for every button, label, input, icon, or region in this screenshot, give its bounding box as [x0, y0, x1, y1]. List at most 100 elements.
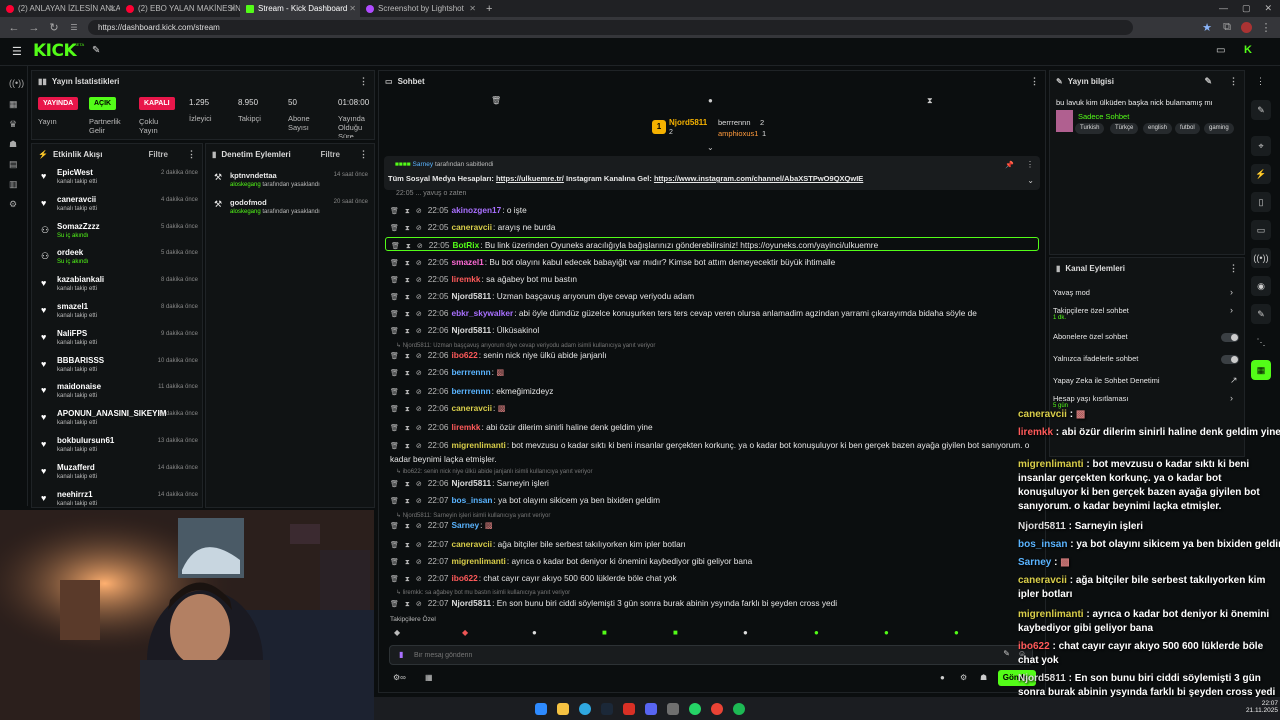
more-icon[interactable]: ⋮	[187, 149, 196, 160]
activity-item[interactable]: ♥ smazel1 kanalı takip etti 8 dakika önce	[38, 301, 198, 327]
minimize-icon[interactable]: —	[1219, 3, 1228, 14]
message-username[interactable]: migrenlimanti	[451, 556, 505, 566]
reply-context[interactable]: ↳ ibo622: senin nick niye ülkü abide jan…	[396, 468, 592, 475]
timeout-icon[interactable]: ⧗	[405, 260, 410, 267]
activity-username[interactable]: EpicWest	[57, 168, 93, 177]
emote-icon[interactable]: ●	[954, 628, 959, 637]
delete-message-icon[interactable]: 🗑	[390, 294, 399, 301]
trash-icon[interactable]: 🗑	[491, 96, 501, 105]
timeout-icon[interactable]: ⧗	[405, 443, 410, 450]
ban-icon[interactable]: ⊘	[416, 542, 422, 549]
broadcast-icon[interactable]: ((•))	[9, 78, 24, 88]
studio-icon[interactable]: ▭	[1216, 45, 1225, 56]
start-icon[interactable]	[535, 703, 547, 715]
activity-username[interactable]: kazabiankali	[57, 275, 104, 284]
activity-item[interactable]: ⚇ ordeek Su iç akındı 5 dakika önce	[38, 247, 198, 273]
activity-item[interactable]: ♥ caneravcii kanalı takip etti 4 dakika önc…	[38, 194, 198, 220]
activity-username[interactable]: SomazZzzz	[57, 222, 100, 231]
browser-menu-icon[interactable]: ⋮	[1260, 21, 1272, 34]
multistream-badge[interactable]: KAPALI	[139, 97, 175, 110]
folder-icon[interactable]	[557, 703, 569, 715]
moderator-name[interactable]: aloskegang	[230, 182, 261, 188]
steam-icon[interactable]	[601, 703, 613, 715]
timeout-icon[interactable]: ⧗	[405, 389, 410, 396]
chat-message[interactable]: 🗑 ⧗ ⊘ 22:05 liremkk: sa ağabey bot mu bastın	[390, 272, 1035, 286]
message-username[interactable]: caneravcii	[451, 539, 492, 549]
ban-icon[interactable]: ⊘	[416, 277, 422, 284]
close-icon[interactable]: ✕	[109, 4, 116, 13]
ban-icon[interactable]: ⊘	[416, 294, 422, 301]
activity-item[interactable]: ♥ BBBARISSS kanalı takip etti 10 dakika önc…	[38, 355, 198, 381]
timeout-icon[interactable]: ⧗	[405, 523, 410, 530]
chevron-right-icon[interactable]: ›	[1230, 393, 1233, 403]
pinned-by-user[interactable]: Sarney	[413, 161, 434, 168]
emote-icon[interactable]: ●	[743, 628, 748, 637]
new-tab-icon[interactable]: +	[486, 3, 492, 15]
timeout-icon[interactable]: ⧗	[405, 498, 410, 505]
activity-item[interactable]: ⚇ SomazZzzz Su iç akındı 5 dakika önce	[38, 221, 198, 247]
stream-tag[interactable]: Türkçe	[1110, 123, 1139, 134]
message-username[interactable]: liremkk	[451, 422, 480, 432]
close-window-icon[interactable]: ✕	[1264, 3, 1272, 14]
message-username[interactable]: ibo622	[451, 350, 477, 360]
reload-icon[interactable]: ↻	[48, 21, 60, 34]
ban-icon[interactable]: ⊘	[416, 311, 422, 318]
channel-action-item[interactable]: Yapay Zeka ile Sohbet Denetimi	[1053, 376, 1160, 385]
broadcast-icon[interactable]: ((•))	[1251, 248, 1271, 268]
ban-icon[interactable]: ⊘	[417, 243, 423, 250]
ban-icon[interactable]: ⊘	[416, 208, 422, 215]
activity-item[interactable]: ♥ NaliFPS kanalı takip etti 9 dakika önce	[38, 328, 198, 354]
kick-logo[interactable]: KICK	[33, 41, 77, 61]
chat-input-box[interactable]: ▮ ✎ ☺	[389, 645, 1033, 665]
pin-icon[interactable]: 📌	[1005, 161, 1014, 169]
activity-item[interactable]: ♥ kazabiankali kanalı takip etti 8 dakika ö…	[38, 274, 198, 300]
delete-message-icon[interactable]: 🗑	[390, 389, 399, 396]
channel-action-item[interactable]: Yalnızca ifadelerle sohbet	[1053, 354, 1138, 363]
delete-message-icon[interactable]: 🗑	[390, 208, 399, 215]
external-link-icon[interactable]: ↗	[1230, 375, 1238, 386]
chevron-right-icon[interactable]: ›	[1230, 305, 1233, 315]
timeout-icon[interactable]: ⧗	[406, 243, 411, 250]
timeout-icon[interactable]: ⧗	[405, 576, 410, 583]
ban-icon[interactable]: ⊘	[416, 601, 422, 608]
activity-username[interactable]: APONUN_ANASINI_SIKEYIM	[57, 409, 166, 418]
chat-message[interactable]: 🗑 ⧗ ⊘ 22:06 berrrennn: ▩	[390, 365, 1035, 379]
activity-username[interactable]: Muzafferd	[57, 463, 95, 472]
more-icon[interactable]: ⋮	[1030, 76, 1039, 87]
chat-message[interactable]: 🗑 ⧗ ⊘ 22:06 ebkr_skywalker: abi öyle dümdüz …	[390, 306, 1035, 320]
browser-tab-active[interactable]: Stream - Kick Dashboard ✕	[240, 0, 360, 17]
discord-icon[interactable]	[645, 703, 657, 715]
activity-username[interactable]: maidonaise	[57, 382, 101, 391]
activity-item[interactable]: ♥ APONUN_ANASINI_SIKEYIM kanalı takip etti…	[38, 408, 198, 434]
hamburger-menu-icon[interactable]: ☰	[12, 45, 22, 58]
edge-icon[interactable]	[579, 703, 591, 715]
timeout-icon[interactable]: ⧗	[405, 542, 410, 549]
timeout-icon[interactable]: ⧗	[405, 370, 410, 377]
ban-icon[interactable]: ⊘	[416, 370, 422, 377]
message-username[interactable]: bos_insan	[451, 495, 492, 505]
delete-message-icon[interactable]: 🗑	[390, 425, 399, 432]
chat-message[interactable]: 🗑 ⧗ ⊘ 22:07 Sarney: ▩	[390, 518, 1035, 532]
ban-icon[interactable]: ⊘	[416, 328, 422, 335]
activity-username[interactable]: bokbulursun61	[57, 436, 114, 445]
toggle-switch[interactable]	[1221, 333, 1239, 342]
timeout-icon[interactable]: ⧗	[405, 425, 410, 432]
delete-message-icon[interactable]: 🗑	[390, 353, 399, 360]
timeout-icon[interactable]: ⧗	[405, 225, 410, 232]
trophy-icon[interactable]: ♛	[9, 119, 19, 129]
system-clock[interactable]: 22:07 21.11.2025	[1244, 700, 1278, 714]
activity-item[interactable]: ♥ EpicWest kanalı takip etti 2 dakika önce	[38, 167, 198, 193]
moderated-username[interactable]: kptnvndettaa	[230, 171, 277, 180]
category-name[interactable]: Sadece Sohbet	[1078, 112, 1129, 121]
app-icon[interactable]	[623, 703, 635, 715]
chat-message[interactable]: 🗑 ⧗ ⊘ 22:07 migrenlimanti: ayrıca o kadar bo…	[390, 554, 1035, 568]
green-app-icon[interactable]: ▦	[1251, 360, 1271, 380]
channel-action-item[interactable]: Yavaş mod	[1053, 288, 1090, 297]
chat-message[interactable]: 🗑 ⧗ ⊘ 22:06 berrrennn: ekmeğimizdeyz	[390, 384, 1035, 398]
ban-icon[interactable]: ⊘	[416, 353, 422, 360]
delete-message-icon[interactable]: 🗑	[390, 225, 399, 232]
toggle-switch[interactable]	[1221, 355, 1239, 364]
delete-message-icon[interactable]: 🗑	[391, 243, 400, 250]
ban-icon[interactable]: ⊘	[416, 389, 422, 396]
chat-message[interactable]: 🗑 ⧗ ⊘ 22:06 ibo622: senin nick niye ülkü abi…	[390, 348, 1035, 362]
